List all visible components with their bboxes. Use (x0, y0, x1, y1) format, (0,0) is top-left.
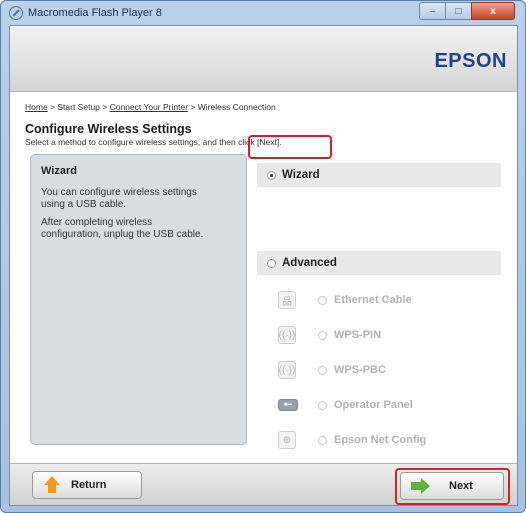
minimize-button[interactable]: – (419, 2, 445, 20)
next-button[interactable]: Next (400, 472, 504, 500)
network-config-icon: ⊕ (278, 431, 296, 449)
epson-net-config-label: Epson Net Config (334, 434, 427, 446)
wps-pin-radio (318, 330, 327, 340)
epson-logo: EPSON (434, 50, 507, 72)
breadcrumb-separator: > (99, 102, 110, 112)
description-title: Wizard (41, 165, 77, 177)
wps-pin-option: ((·)) WPS-PIN (278, 323, 498, 347)
ethernet-cable-option: 品 Ethernet Cable (278, 288, 498, 312)
description-panel: Wizard You can configure wireless settin… (30, 154, 247, 445)
wps-pbc-radio (318, 365, 327, 375)
wizard-option[interactable]: Wizard (257, 163, 501, 187)
ethernet-cable-label: Ethernet Cable (334, 294, 412, 306)
breadcrumb: Home > Start Setup > Connect Your Printe… (25, 102, 276, 112)
wizard-radio[interactable] (267, 170, 276, 180)
return-button[interactable]: Return (32, 471, 142, 499)
operator-panel-radio (318, 400, 327, 410)
next-label: Next (449, 480, 473, 492)
footer-bar: Return Next (10, 463, 517, 505)
page-title: Configure Wireless Settings (25, 122, 192, 136)
description-line: After completing wireless (41, 217, 153, 228)
breadcrumb-separator: > (188, 102, 198, 112)
wps-pin-label: WPS-PIN (334, 329, 382, 341)
window-controls: – □ x (419, 2, 515, 20)
epson-net-config-option: ⊕ Epson Net Config (278, 428, 498, 452)
flash-player-window: Macromedia Flash Player 8 – □ x EPSON Ho… (0, 0, 526, 513)
description-line: configuration, unplug the USB cable. (41, 229, 204, 240)
wizard-label: Wizard (282, 169, 320, 181)
maximize-button[interactable]: □ (445, 2, 471, 20)
epson-net-config-radio (318, 435, 327, 445)
return-arrow-icon (43, 476, 61, 494)
operator-panel-option: ■▪▪ Operator Panel (278, 393, 498, 417)
advanced-option[interactable]: Advanced (257, 251, 501, 275)
next-arrow-icon (411, 478, 431, 494)
wireless-icon: ((·)) (278, 361, 296, 379)
return-label: Return (71, 479, 107, 491)
page-subtitle: Select a method to configure wireless se… (25, 137, 282, 147)
advanced-label: Advanced (282, 257, 337, 269)
breadcrumb-home-link[interactable]: Home (25, 102, 48, 112)
breadcrumb-start-setup: Start Setup (57, 102, 100, 112)
breadcrumb-wireless-connection: Wireless Connection (197, 102, 276, 112)
wps-pbc-option: ((·)) WPS-PBC (278, 358, 498, 382)
operator-panel-icon: ■▪▪ (278, 399, 298, 411)
ethernet-cable-radio (318, 295, 327, 305)
window-title: Macromedia Flash Player 8 (28, 7, 162, 19)
close-button[interactable]: x (471, 2, 515, 20)
wireless-icon: ((·)) (278, 326, 296, 344)
flash-player-icon (9, 6, 23, 20)
ethernet-icon: 品 (278, 291, 296, 309)
installer-content: EPSON Home > Start Setup > Connect Your … (9, 25, 518, 506)
header-banner: EPSON (10, 26, 517, 92)
title-bar[interactable]: Macromedia Flash Player 8 – □ x (1, 1, 525, 25)
description-line: You can configure wireless settings (41, 187, 197, 198)
operator-panel-label: Operator Panel (334, 399, 413, 411)
breadcrumb-connect-printer-link[interactable]: Connect Your Printer (110, 102, 188, 112)
advanced-radio[interactable] (267, 258, 276, 268)
breadcrumb-separator: > (47, 102, 58, 112)
wps-pbc-label: WPS-PBC (334, 364, 386, 376)
description-line: using a USB cable. (41, 199, 127, 210)
page-header: Configure Wireless Settings Select a met… (10, 120, 517, 150)
